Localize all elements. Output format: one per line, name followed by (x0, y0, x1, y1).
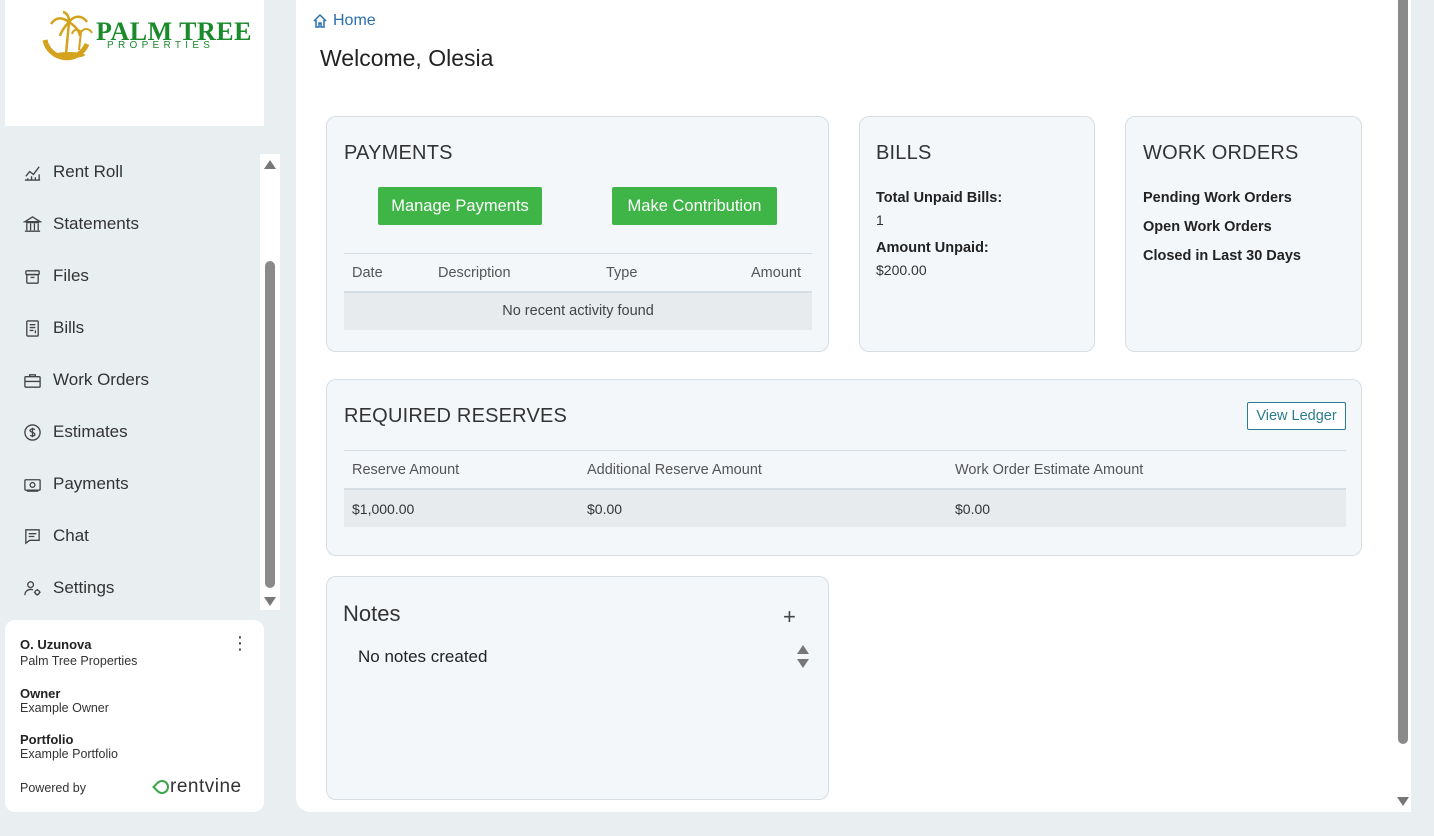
scrollbar-thumb[interactable] (265, 261, 275, 588)
required-reserves-card: REQUIRED RESERVES View Ledger Reserve Am… (326, 379, 1362, 556)
column-header-work-order-estimate: Work Order Estimate Amount (955, 462, 1144, 478)
bills-title: BILLS (876, 142, 932, 164)
sidebar-item-label: Bills (53, 318, 85, 337)
user-card: O. Uzunova Palm Tree Properties ⋮ Owner … (5, 620, 264, 812)
leaf-icon (152, 777, 172, 797)
palm-tree-logo-icon (42, 10, 93, 61)
receipt-icon (22, 318, 42, 338)
payments-title: PAYMENTS (344, 142, 453, 164)
owner-value: Example Owner (20, 701, 109, 715)
sidebar-item-files[interactable]: Files (22, 260, 89, 292)
sidebar-item-label: Payments (53, 474, 129, 493)
reserves-title: REQUIRED RESERVES (344, 405, 568, 427)
rentvine-brand: rentvine (170, 776, 242, 797)
reserve-amount-value: $1,000.00 (352, 501, 415, 517)
closed-work-orders-link[interactable]: Closed in Last 30 Days (1143, 248, 1301, 264)
sidebar-item-label: Settings (53, 578, 115, 597)
column-header-date[interactable]: Date (352, 265, 383, 281)
amount-unpaid-label: Amount Unpaid: (876, 240, 989, 256)
manage-payments-button[interactable]: Manage Payments (378, 187, 542, 225)
sidebar-item-label: Statements (53, 214, 139, 233)
total-unpaid-bills-label: Total Unpaid Bills: (876, 190, 1003, 206)
user-gear-icon (22, 578, 42, 598)
scroll-up-arrow-icon[interactable] (264, 160, 276, 169)
sidebar-item-label: Estimates (53, 422, 128, 441)
owner-label: Owner (20, 686, 61, 701)
view-ledger-button[interactable]: View Ledger (1247, 402, 1346, 430)
breadcrumb-home-label: Home (333, 12, 376, 29)
bank-icon (22, 214, 42, 234)
powered-by-label: Powered by (20, 781, 87, 795)
sidebar-item-label: Work Orders (53, 370, 150, 389)
notes-card: Notes + No notes created (326, 576, 829, 800)
briefcase-icon (22, 370, 42, 390)
work-orders-title: WORK ORDERS (1143, 142, 1299, 164)
column-header-reserve-amount: Reserve Amount (352, 462, 460, 478)
portfolio-label: Portfolio (20, 732, 74, 747)
empty-message: No recent activity found (502, 303, 654, 319)
open-work-orders-link[interactable]: Open Work Orders (1143, 219, 1272, 235)
scroll-up-arrow-icon[interactable] (797, 645, 809, 654)
table-divider (344, 450, 1346, 451)
sidebar-item-chat[interactable]: Chat (22, 520, 89, 552)
work-orders-card: WORK ORDERS Pending Work Orders Open Wor… (1125, 116, 1362, 352)
scrollbar-thumb[interactable] (1398, 0, 1408, 744)
sidebar-item-label: Files (53, 266, 89, 285)
rentvine-logo[interactable]: rentvine (152, 776, 242, 798)
sidebar-item-label: Rent Roll (53, 162, 123, 181)
notes-title: Notes (343, 601, 401, 626)
scroll-down-arrow-icon[interactable] (797, 659, 809, 668)
more-options-icon[interactable]: ⋮ (231, 634, 249, 652)
logo-box: PALM TREE PROPERTIES (5, 0, 264, 126)
brand-subtitle: PROPERTIES (107, 40, 215, 51)
archive-icon (22, 266, 42, 286)
additional-reserve-value: $0.00 (587, 501, 623, 517)
chart-line-icon (22, 162, 42, 182)
add-note-icon[interactable]: + (783, 606, 796, 628)
chat-icon (22, 526, 42, 546)
table-empty-row: No recent activity found (344, 291, 812, 330)
amount-unpaid-value: $200.00 (876, 262, 927, 278)
sidebar-item-work-orders[interactable]: Work Orders (22, 364, 149, 396)
breadcrumb-home[interactable]: Home (312, 12, 376, 30)
portfolio-value: Example Portfolio (20, 747, 118, 761)
payments-card: PAYMENTS Manage Payments Make Contributi… (326, 116, 829, 352)
work-order-estimate-value: $0.00 (955, 501, 991, 517)
column-header-amount[interactable]: Amount (751, 265, 801, 281)
bills-card: BILLS Total Unpaid Bills: 1 Amount Unpai… (859, 116, 1095, 352)
home-icon (313, 13, 327, 28)
sidebar-item-statements[interactable]: Statements (22, 208, 139, 240)
scroll-down-arrow-icon[interactable] (1397, 797, 1409, 806)
column-header-description[interactable]: Description (438, 265, 511, 281)
pending-work-orders-link[interactable]: Pending Work Orders (1143, 190, 1292, 206)
sidebar-item-settings[interactable]: Settings (22, 572, 114, 604)
page-title: Welcome, Olesia (320, 45, 494, 71)
sidebar-item-payments[interactable]: Payments (22, 468, 129, 500)
user-name: O. Uzunova (20, 637, 92, 652)
notes-empty-message: No notes created (358, 647, 488, 666)
sidebar-item-estimates[interactable]: Estimates (22, 416, 128, 448)
column-header-additional-reserve: Additional Reserve Amount (587, 462, 762, 478)
sidebar-item-label: Chat (53, 526, 89, 545)
scroll-down-arrow-icon[interactable] (264, 597, 276, 606)
table-row: $1,000.00 $0.00 $0.00 (344, 488, 1346, 527)
dollar-circle-icon (22, 422, 42, 442)
column-header-type[interactable]: Type (606, 265, 637, 281)
sidebar-item-bills[interactable]: Bills (22, 312, 84, 344)
sidebar-scrollbar[interactable] (260, 154, 280, 610)
main-scrollbar[interactable] (1395, 0, 1411, 812)
table-divider (344, 253, 812, 254)
sidebar-item-rent-roll[interactable]: Rent Roll (22, 156, 123, 188)
user-company: Palm Tree Properties (20, 654, 138, 668)
cash-icon (22, 474, 42, 494)
make-contribution-button[interactable]: Make Contribution (612, 187, 777, 225)
total-unpaid-bills-value: 1 (876, 212, 884, 228)
